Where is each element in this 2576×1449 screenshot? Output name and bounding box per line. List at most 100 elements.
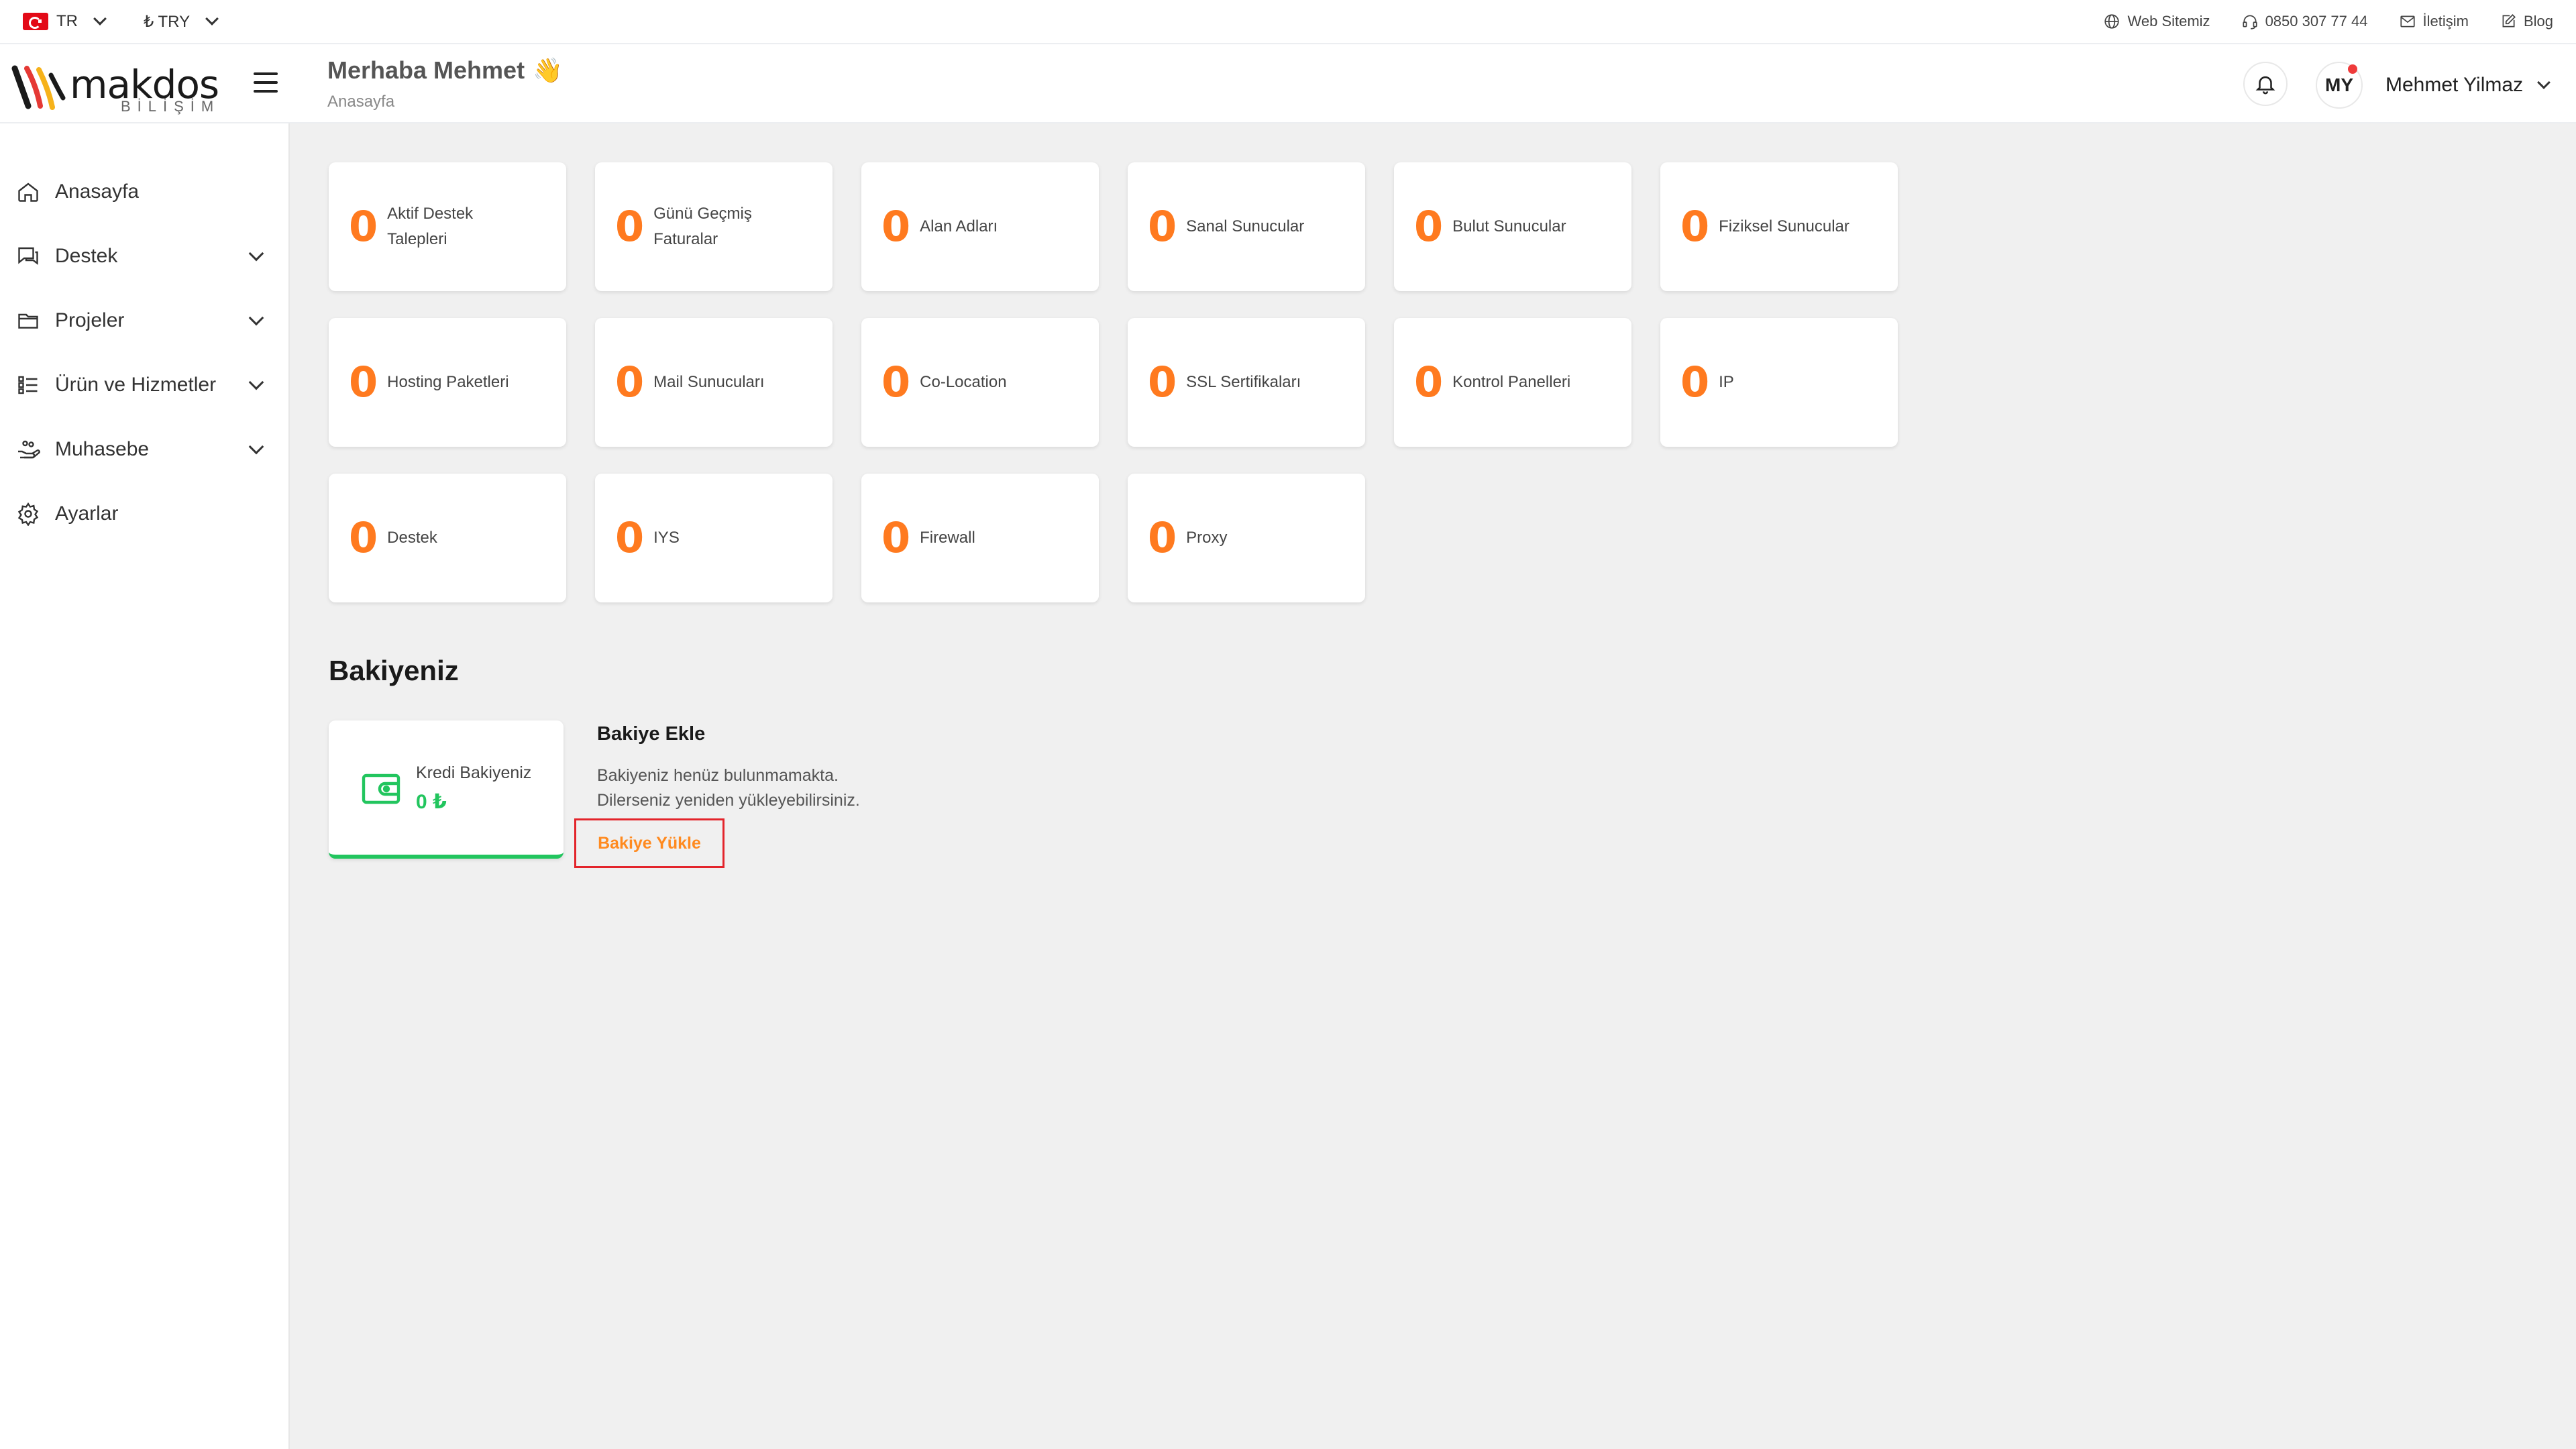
currency-label: ₺ TRY [144,12,191,31]
chevron-down-icon [205,12,219,25]
top-bar-links: Web Sitemiz 0850 307 77 44 İletişim Blog [2103,13,2553,30]
hamburger-line [254,72,278,75]
chat-icon [18,247,38,265]
hamburger-line [254,81,278,84]
sidebar-item-destek[interactable]: Destek [0,224,288,288]
language-selector[interactable]: TR [23,12,107,31]
sidebar-item-projeler[interactable]: Projeler [0,288,288,353]
avatar-initials: MY [2325,74,2353,95]
stat-card-ip[interactable]: 0 IP [1660,318,1898,447]
gear-icon [17,502,39,526]
greeting-title: Merhaba Mehmet 👋 [327,56,563,85]
chevron-down-icon [93,12,107,25]
stat-label: Destek [387,529,437,547]
online-status-dot [2348,64,2357,74]
load-balance-button[interactable]: Bakiye Yükle [574,818,724,868]
stat-value: 0 [615,513,645,562]
credit-balance-card: Kredi Bakiyeniz 0 ₺ [329,720,564,859]
stat-card-mail-sunuculari[interactable]: 0 Mail Sunucuları [595,318,833,447]
add-balance-description: Bakiyeniz henüz bulunmamakta. Dilerseniz… [597,763,860,813]
stat-label: Sanal Sunucular [1186,217,1305,235]
stat-value: 0 [1680,202,1710,251]
stat-card-sanal-sunucular[interactable]: 0 Sanal Sunucular [1128,162,1365,291]
stat-card-ssl-sertifikalari[interactable]: 0 SSL Sertifikaları [1128,318,1365,447]
chevron-down-icon [248,439,264,455]
stat-label: Fiziksel Sunucular [1719,217,1849,235]
stat-card-aktif-destek-talepleri[interactable]: 0 Aktif Destek Talepleri [329,162,566,291]
stat-card-firewall[interactable]: 0 Firewall [861,474,1099,602]
stat-card-gunu-gecmis-faturalar[interactable]: 0 Günü Geçmiş Faturalar [595,162,833,291]
stat-value: 0 [1148,513,1177,562]
waving-hand-icon: 👋 [533,56,563,84]
stat-label: Co-Location [920,373,1007,391]
sidebar-item-ayarlar[interactable]: Ayarlar [0,482,288,546]
stat-label: Firewall [920,529,975,547]
currency-selector[interactable]: ₺ TRY [144,12,219,32]
hamburger-line [254,90,278,93]
chevron-down-icon [2537,76,2551,89]
stat-label: Kontrol Panelleri [1452,373,1571,391]
add-balance-text-line-2: Dilerseniz yeniden yükleyebilirsiniz. [597,791,860,810]
stat-label: Aktif Destek Talepleri [387,205,474,248]
stat-card-kontrol-panelleri[interactable]: 0 Kontrol Panelleri [1394,318,1631,447]
stat-label: Alan Adları [920,217,998,235]
sidebar-item-anasayfa[interactable]: Anasayfa [0,160,288,224]
makdos-logo[interactable]: makdos BİLİŞİM [9,59,219,115]
sidebar-item-label: Ayarlar [55,502,119,525]
stat-value: 0 [349,358,378,407]
hand-money-icon [18,440,40,459]
sidebar: Anasayfa Destek Projeler Ürün ve Hizmetl… [0,123,290,1449]
stat-card-proxy[interactable]: 0 Proxy [1128,474,1365,602]
website-link[interactable]: Web Sitemiz [2103,13,2210,30]
avatar[interactable]: MY [2316,62,2363,109]
logo-subtext: BİLİŞİM [121,98,221,115]
bell-icon [2255,76,2275,95]
stat-card-bulut-sunucular[interactable]: 0 Bulut Sunucular [1394,162,1631,291]
top-bar: TR ₺ TRY Web Sitemiz 0850 307 77 44 İlet… [0,0,2576,44]
chevron-down-icon [248,310,264,326]
stat-card-alan-adlari[interactable]: 0 Alan Adları [861,162,1099,291]
stat-label: SSL Sertifikaları [1186,373,1301,391]
menu-toggle-button[interactable] [254,72,278,93]
blog-link[interactable]: Blog [2500,13,2553,30]
sidebar-item-label: Anasayfa [55,180,140,203]
stat-value: 0 [1148,202,1177,251]
stat-label: Hosting Paketleri [387,373,509,391]
home-icon [18,182,38,202]
stat-card-hosting-paketleri[interactable]: 0 Hosting Paketleri [329,318,566,447]
contact-link[interactable]: İletişim [2399,13,2469,30]
notifications-button[interactable] [2243,62,2288,106]
blog-link-label: Blog [2523,13,2553,30]
stat-value: 0 [349,513,378,562]
balance-section-title: Bakiyeniz [329,655,459,686]
stat-value: 0 [881,513,911,562]
user-name: Mehmet Yilmaz [2385,74,2524,96]
stat-label: Proxy [1186,529,1228,547]
turkey-flag-icon [23,13,48,30]
language-label: TR [56,12,78,30]
phone-link[interactable]: 0850 307 77 44 [2241,13,2368,30]
stat-card-fiziksel-sunucular[interactable]: 0 Fiziksel Sunucular [1660,162,1898,291]
phone-link-label: 0850 307 77 44 [2265,13,2368,30]
contact-link-label: İletişim [2422,13,2469,30]
sidebar-item-muhasebe[interactable]: Muhasebe [0,417,288,482]
user-menu[interactable]: Mehmet Yilmaz [2385,74,2551,97]
stat-value: 0 [1148,358,1177,407]
app-header: makdos BİLİŞİM Merhaba Mehmet 👋 Anasayfa… [0,44,2576,123]
mail-icon [2400,15,2415,28]
stat-card-iys[interactable]: 0 IYS [595,474,833,602]
folder-icon [18,313,38,329]
breadcrumb: Anasayfa [327,93,395,111]
main-content: 0 Aktif Destek Talepleri 0 Günü Geçmiş Fat… [291,123,2576,1449]
stat-card-co-location[interactable]: 0 Co-Location [861,318,1099,447]
sidebar-item-label: Projeler [55,309,125,331]
sidebar-item-label: Ürün ve Hizmetler [55,374,217,396]
stat-value: 0 [881,358,911,407]
sidebar-item-label: Muhasebe [55,438,150,460]
credit-balance-value: 0 ₺ [416,791,447,813]
sidebar-item-urun-ve-hizmetler[interactable]: Ürün ve Hizmetler [0,353,288,417]
website-link-label: Web Sitemiz [2127,13,2210,30]
chevron-down-icon [248,374,264,390]
stat-card-destek[interactable]: 0 Destek [329,474,566,602]
stat-value: 0 [615,202,645,251]
